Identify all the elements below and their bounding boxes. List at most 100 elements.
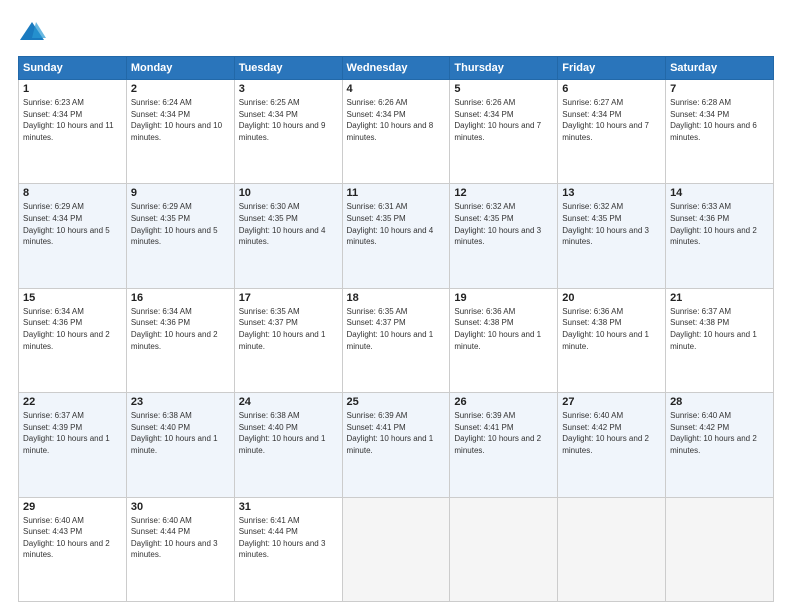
calendar-cell: 5 Sunrise: 6:26 AMSunset: 4:34 PMDaylight… xyxy=(450,80,558,184)
day-number: 14 xyxy=(670,187,769,199)
day-number: 22 xyxy=(23,396,122,408)
calendar-week-5: 29Sunrise: 6:40 AMSunset: 4:43 PMDayligh… xyxy=(19,497,774,601)
day-number: 8 xyxy=(23,187,122,199)
day-info: Sunrise: 6:26 AMSunset: 4:34 PMDaylight:… xyxy=(347,97,446,143)
day-info: Sunrise: 6:40 AMSunset: 4:44 PMDaylight:… xyxy=(131,515,230,561)
day-info: Sunrise: 6:36 AMSunset: 4:38 PMDaylight:… xyxy=(454,306,553,352)
day-number: 13 xyxy=(562,187,661,199)
day-number: 19 xyxy=(454,292,553,304)
calendar-cell: 7Sunrise: 6:28 AMSunset: 4:34 PMDaylight… xyxy=(666,80,774,184)
calendar-week-3: 15 Sunrise: 6:34 AMSunset: 4:36 PMDayligh… xyxy=(19,288,774,392)
day-info: Sunrise: 6:32 AMSunset: 4:35 PMDaylight:… xyxy=(562,201,661,247)
calendar-week-2: 8 Sunrise: 6:29 AMSunset: 4:34 PMDaylight… xyxy=(19,184,774,288)
day-number: 27 xyxy=(562,396,661,408)
calendar-cell: 8 Sunrise: 6:29 AMSunset: 4:34 PMDaylight… xyxy=(19,184,127,288)
day-number: 7 xyxy=(670,83,769,95)
day-info: Sunrise: 6:36 AMSunset: 4:38 PMDaylight:… xyxy=(562,306,661,352)
calendar-cell: 19 Sunrise: 6:36 AMSunset: 4:38 PMDayligh… xyxy=(450,288,558,392)
day-number: 23 xyxy=(131,396,230,408)
day-number: 18 xyxy=(347,292,446,304)
day-number: 5 xyxy=(454,83,553,95)
day-info: Sunrise: 6:24 AMSunset: 4:34 PMDaylight:… xyxy=(131,97,230,143)
day-number: 10 xyxy=(239,187,338,199)
calendar-cell: 13 Sunrise: 6:32 AMSunset: 4:35 PMDayligh… xyxy=(558,184,666,288)
day-info: Sunrise: 6:40 AMSunset: 4:43 PMDaylight:… xyxy=(23,515,122,561)
day-number: 11 xyxy=(347,187,446,199)
day-info: Sunrise: 6:27 AMSunset: 4:34 PMDaylight:… xyxy=(562,97,661,143)
calendar-cell: 26 Sunrise: 6:39 AMSunset: 4:41 PMDayligh… xyxy=(450,393,558,497)
calendar-cell: 2 Sunrise: 6:24 AMSunset: 4:34 PMDaylight… xyxy=(126,80,234,184)
calendar-cell: 1 Sunrise: 6:23 AMSunset: 4:34 PMDaylight… xyxy=(19,80,127,184)
day-number: 16 xyxy=(131,292,230,304)
day-info: Sunrise: 6:38 AMSunset: 4:40 PMDaylight:… xyxy=(131,410,230,456)
calendar-cell: 23 Sunrise: 6:38 AMSunset: 4:40 PMDayligh… xyxy=(126,393,234,497)
calendar-cell: 24 Sunrise: 6:38 AMSunset: 4:40 PMDayligh… xyxy=(234,393,342,497)
day-number: 4 xyxy=(347,83,446,95)
calendar-cell: 20 Sunrise: 6:36 AMSunset: 4:38 PMDayligh… xyxy=(558,288,666,392)
calendar-cell xyxy=(558,497,666,601)
calendar-cell: 18 Sunrise: 6:35 AMSunset: 4:37 PMDayligh… xyxy=(342,288,450,392)
day-info: Sunrise: 6:41 AMSunset: 4:44 PMDaylight:… xyxy=(239,515,338,561)
header xyxy=(18,18,774,46)
day-number: 2 xyxy=(131,83,230,95)
logo xyxy=(18,18,50,46)
calendar-cell: 16 Sunrise: 6:34 AMSunset: 4:36 PMDayligh… xyxy=(126,288,234,392)
calendar-week-4: 22Sunrise: 6:37 AMSunset: 4:39 PMDayligh… xyxy=(19,393,774,497)
day-info: Sunrise: 6:39 AMSunset: 4:41 PMDaylight:… xyxy=(347,410,446,456)
day-number: 31 xyxy=(239,501,338,513)
day-info: Sunrise: 6:29 AMSunset: 4:35 PMDaylight:… xyxy=(131,201,230,247)
day-header-sunday: Sunday xyxy=(19,57,127,80)
calendar-cell: 27 Sunrise: 6:40 AMSunset: 4:42 PMDayligh… xyxy=(558,393,666,497)
day-info: Sunrise: 6:25 AMSunset: 4:34 PMDaylight:… xyxy=(239,97,338,143)
calendar-cell xyxy=(666,497,774,601)
calendar-cell: 25Sunrise: 6:39 AMSunset: 4:41 PMDayligh… xyxy=(342,393,450,497)
day-header-tuesday: Tuesday xyxy=(234,57,342,80)
calendar-cell: 31 Sunrise: 6:41 AMSunset: 4:44 PMDayligh… xyxy=(234,497,342,601)
day-info: Sunrise: 6:39 AMSunset: 4:41 PMDaylight:… xyxy=(454,410,553,456)
day-info: Sunrise: 6:40 AMSunset: 4:42 PMDaylight:… xyxy=(562,410,661,456)
calendar-cell: 17 Sunrise: 6:35 AMSunset: 4:37 PMDayligh… xyxy=(234,288,342,392)
calendar-cell: 29Sunrise: 6:40 AMSunset: 4:43 PMDayligh… xyxy=(19,497,127,601)
day-info: Sunrise: 6:23 AMSunset: 4:34 PMDaylight:… xyxy=(23,97,122,143)
day-header-wednesday: Wednesday xyxy=(342,57,450,80)
day-number: 20 xyxy=(562,292,661,304)
day-number: 30 xyxy=(131,501,230,513)
day-info: Sunrise: 6:35 AMSunset: 4:37 PMDaylight:… xyxy=(239,306,338,352)
day-info: Sunrise: 6:33 AMSunset: 4:36 PMDaylight:… xyxy=(670,201,769,247)
day-number: 3 xyxy=(239,83,338,95)
day-number: 6 xyxy=(562,83,661,95)
day-info: Sunrise: 6:38 AMSunset: 4:40 PMDaylight:… xyxy=(239,410,338,456)
day-number: 21 xyxy=(670,292,769,304)
calendar-cell: 15 Sunrise: 6:34 AMSunset: 4:36 PMDayligh… xyxy=(19,288,127,392)
day-info: Sunrise: 6:26 AMSunset: 4:34 PMDaylight:… xyxy=(454,97,553,143)
day-number: 17 xyxy=(239,292,338,304)
page: SundayMondayTuesdayWednesdayThursdayFrid… xyxy=(0,0,792,612)
calendar-cell: 12Sunrise: 6:32 AMSunset: 4:35 PMDayligh… xyxy=(450,184,558,288)
calendar-cell: 28Sunrise: 6:40 AMSunset: 4:42 PMDayligh… xyxy=(666,393,774,497)
day-info: Sunrise: 6:30 AMSunset: 4:35 PMDaylight:… xyxy=(239,201,338,247)
logo-icon xyxy=(18,18,46,46)
day-info: Sunrise: 6:31 AMSunset: 4:35 PMDaylight:… xyxy=(347,201,446,247)
calendar-cell: 3 Sunrise: 6:25 AMSunset: 4:34 PMDaylight… xyxy=(234,80,342,184)
day-header-thursday: Thursday xyxy=(450,57,558,80)
calendar-cell: 22Sunrise: 6:37 AMSunset: 4:39 PMDayligh… xyxy=(19,393,127,497)
day-info: Sunrise: 6:34 AMSunset: 4:36 PMDaylight:… xyxy=(23,306,122,352)
calendar-cell: 14 Sunrise: 6:33 AMSunset: 4:36 PMDayligh… xyxy=(666,184,774,288)
calendar-cell: 6 Sunrise: 6:27 AMSunset: 4:34 PMDaylight… xyxy=(558,80,666,184)
day-number: 24 xyxy=(239,396,338,408)
day-info: Sunrise: 6:29 AMSunset: 4:34 PMDaylight:… xyxy=(23,201,122,247)
day-info: Sunrise: 6:40 AMSunset: 4:42 PMDaylight:… xyxy=(670,410,769,456)
calendar-week-1: 1 Sunrise: 6:23 AMSunset: 4:34 PMDaylight… xyxy=(19,80,774,184)
day-info: Sunrise: 6:35 AMSunset: 4:37 PMDaylight:… xyxy=(347,306,446,352)
calendar-table: SundayMondayTuesdayWednesdayThursdayFrid… xyxy=(18,56,774,602)
day-number: 26 xyxy=(454,396,553,408)
day-info: Sunrise: 6:37 AMSunset: 4:38 PMDaylight:… xyxy=(670,306,769,352)
day-info: Sunrise: 6:34 AMSunset: 4:36 PMDaylight:… xyxy=(131,306,230,352)
day-number: 15 xyxy=(23,292,122,304)
calendar-cell: 11 Sunrise: 6:31 AMSunset: 4:35 PMDayligh… xyxy=(342,184,450,288)
calendar-cell: 9 Sunrise: 6:29 AMSunset: 4:35 PMDaylight… xyxy=(126,184,234,288)
day-number: 1 xyxy=(23,83,122,95)
day-header-friday: Friday xyxy=(558,57,666,80)
calendar-cell xyxy=(342,497,450,601)
day-number: 9 xyxy=(131,187,230,199)
